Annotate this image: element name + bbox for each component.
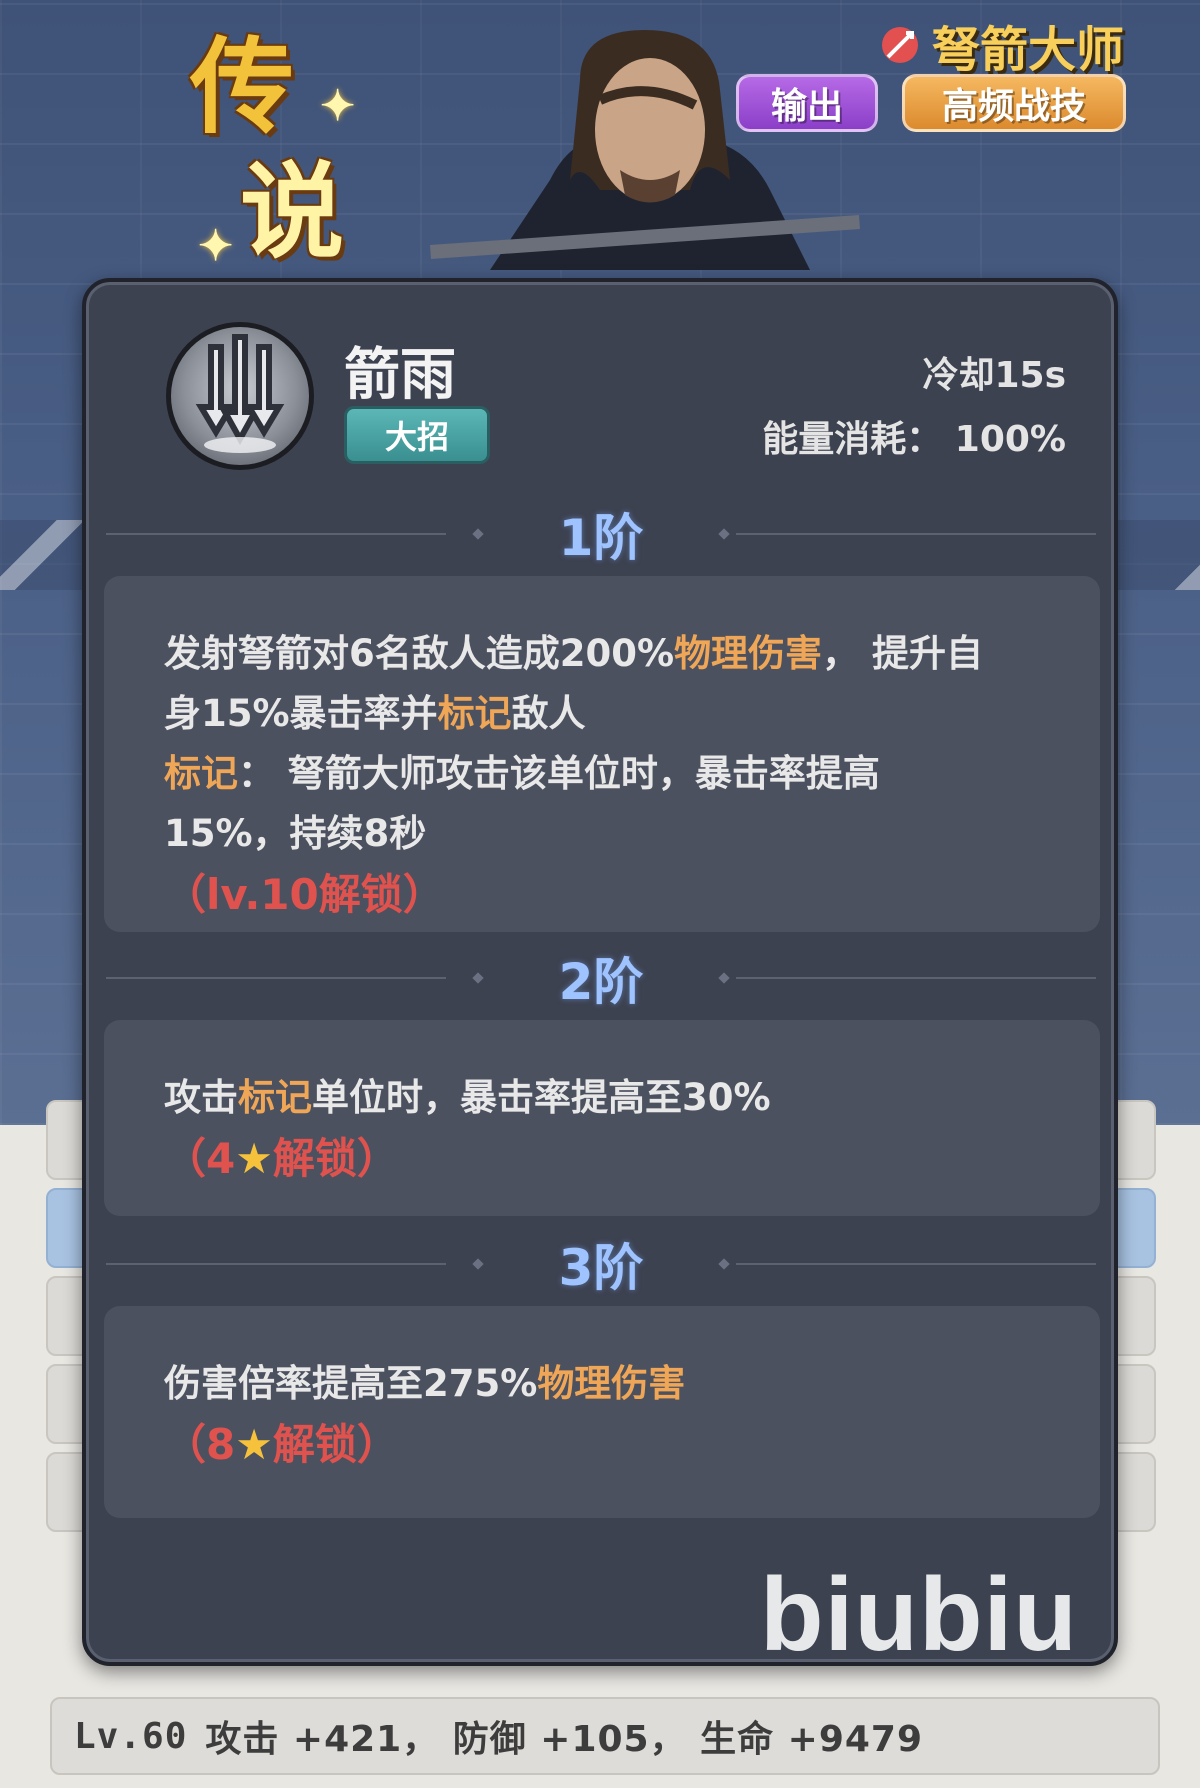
energy-cost-text: 能量消耗： 100% [762,419,1066,460]
hero-portrait [430,30,860,270]
keyword-mark: 标记 [164,752,238,795]
skill-detail-popup[interactable]: 箭雨 大招 冷却15s 能量消耗： 100% 1阶 发射弩箭对6名敌人造成200… [82,278,1118,1666]
unlock-suffix: 解锁） [272,1134,399,1183]
rarity-char-1: 传 [190,25,295,148]
tier-3-description: 伤害倍率提高至275%物理伤害 （8★解锁） [104,1306,1100,1518]
cooldown-text: 冷却15s [922,355,1066,396]
text-segment: ： 弩箭大师攻击该单位时，暴击率提高 [238,752,880,795]
keyword-physical-damage: 物理伤害 [674,632,823,675]
text-segment: 发射弩箭对6名敌人造成200% [164,632,675,675]
level-row-60: Lv.60 攻击 +421， 防御 +105， 生命 +9479 [50,1697,1160,1775]
rarity-legendary-label: 传 说 ✦ ✦ [190,35,360,280]
unlock-suffix: 解锁） [318,870,445,919]
tier-2-description: 攻击标记单位时，暴击率提高至30% （4★解锁） [104,1020,1100,1216]
unlock-requirement: （8★解锁） [164,1414,1040,1476]
description-line: 伤害倍率提高至275%物理伤害 [164,1354,1040,1414]
description-line: 标记： 弩箭大师攻击该单位时，暴击率提高 [164,744,1040,804]
text-segment: 15%，持续8秒 [164,812,427,855]
level-label: Lv.60 [74,1715,188,1757]
hero-name-header: 弩箭大师 [878,10,1124,80]
unlock-level: （lv.10 [164,870,319,919]
unlock-stars: （4 [164,1134,236,1183]
role-tag-skill-type: 高频战技 [902,74,1126,132]
description-line: 发射弩箭对6名敌人造成200%物理伤害， 提升自 [164,624,1040,684]
tier-label: 2阶 [558,953,644,1011]
unlock-requirement: （4★解锁） [164,1128,1040,1190]
role-tag-output: 输出 [736,74,878,132]
text-segment: 攻击 [164,1076,238,1119]
tier-1-header: 1阶 [86,504,1116,567]
watermark: biubiu [760,1557,1078,1673]
tier-3-header: 3阶 [86,1234,1116,1297]
star-icon: ★ [235,1420,273,1469]
unlock-suffix: 解锁） [272,1420,399,1469]
rarity-char-2: 说 [240,150,345,273]
text-segment: ， 提升自 [822,632,983,675]
description-line: 15%，持续8秒 [164,804,1040,864]
skill-type-badge: 大招 [344,406,490,464]
arrow-rain-icon [166,322,314,470]
skill-name: 箭雨 [344,343,456,408]
sparkle-icon: ✦ [320,81,356,130]
hero-name: 弩箭大师 [931,22,1124,78]
crossbow-icon [881,27,918,63]
keyword-physical-damage: 物理伤害 [537,1362,686,1405]
level-bonus-text: 攻击 +421， 防御 +105， 生命 +9479 [205,1719,924,1760]
tier-label: 3阶 [558,1239,644,1297]
star-icon: ★ [235,1134,273,1183]
unlock-requirement: （lv.10解锁） [164,864,1040,926]
text-segment: 敌人 [511,692,586,735]
sparkle-icon: ✦ [198,221,234,270]
text-segment: 身15%暴击率并 [164,692,438,735]
tier-1-description: 发射弩箭对6名敌人造成200%物理伤害， 提升自 身15%暴击率并标记敌人 标记… [104,576,1100,932]
text-segment: 单位时，暴击率提高至30% [312,1076,771,1119]
keyword-mark: 标记 [437,692,512,735]
description-line: 身15%暴击率并标记敌人 [164,684,1040,744]
text-segment: 伤害倍率提高至275% [164,1362,538,1405]
unlock-stars: （8 [164,1420,236,1469]
tier-label: 1阶 [558,509,644,567]
keyword-mark: 标记 [238,1076,312,1119]
description-line: 攻击标记单位时，暴击率提高至30% [164,1068,1040,1128]
tier-2-header: 2阶 [86,948,1116,1011]
